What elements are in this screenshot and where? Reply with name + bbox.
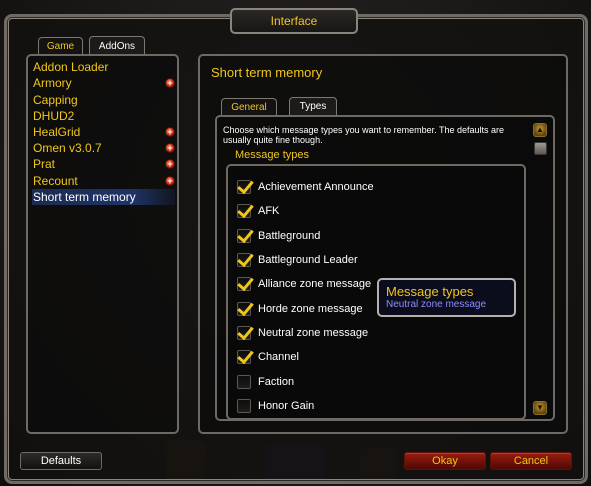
defaults-button-label: Defaults — [40, 455, 82, 467]
option-channel[interactable]: Channel — [237, 349, 299, 365]
option-label: Honor Gain — [258, 400, 315, 412]
tooltip-body: Neutral zone message — [386, 299, 487, 310]
addon-item-label: Armory — [33, 76, 72, 90]
addon-item-label: HealGrid — [33, 125, 81, 139]
option-achievement-announce[interactable]: Achievement Announce — [237, 179, 374, 195]
addon-item-addon-loader[interactable]: Addon Loader — [32, 59, 175, 75]
plus-icon[interactable]: + — [165, 176, 175, 186]
addon-item-label: Short term memory — [33, 190, 136, 204]
option-alliance-zone-message[interactable]: Alliance zone message — [237, 276, 371, 292]
cancel-button[interactable]: Cancel — [490, 452, 572, 470]
addon-item-short-term-memory[interactable]: Short term memory — [32, 189, 175, 205]
plus-icon[interactable]: + — [165, 127, 175, 137]
addon-item-capping[interactable]: Capping — [32, 92, 175, 108]
window-title: Interface — [230, 8, 358, 34]
addon-item-recount[interactable]: Recount + — [32, 173, 175, 189]
option-neutral-zone-message[interactable]: Neutral zone message — [237, 325, 368, 341]
option-battleground[interactable]: Battleground — [237, 228, 320, 244]
tab-general-label: General — [231, 101, 267, 113]
scroll-up-icon[interactable]: ▲ — [533, 123, 547, 137]
option-afk[interactable]: AFK — [237, 203, 279, 219]
plus-icon[interactable]: + — [165, 143, 175, 153]
addon-item-healgrid[interactable]: HealGrid + — [32, 124, 175, 140]
tab-game[interactable]: Game — [38, 37, 83, 55]
checkmark-icon[interactable] — [237, 253, 251, 267]
option-label: AFK — [258, 205, 280, 217]
option-horde-zone-message[interactable]: Horde zone message — [237, 301, 363, 317]
scroll-down-icon[interactable]: ▼ — [533, 401, 547, 415]
option-label: Battleground — [258, 230, 321, 242]
checkmark-icon[interactable] — [237, 326, 251, 340]
page-title: Short term memory — [211, 65, 323, 80]
addon-list: Addon Loader Armory + Capping DHUD2 Heal… — [26, 54, 179, 434]
addon-item-label: Addon Loader — [33, 60, 109, 74]
tooltip: Message types Neutral zone message — [377, 278, 516, 317]
tab-general[interactable]: General — [221, 98, 277, 115]
checkbox-empty-icon[interactable] — [237, 399, 251, 413]
option-label: Neutral zone message — [258, 327, 369, 339]
checkmark-icon[interactable] — [237, 302, 251, 316]
checkmark-icon[interactable] — [237, 350, 251, 364]
option-label: Channel — [258, 351, 299, 363]
okay-button[interactable]: Okay — [404, 452, 486, 470]
option-label: Horde zone message — [258, 303, 363, 315]
addon-item-label: Recount — [33, 174, 78, 188]
scroll-thumb[interactable] — [534, 142, 547, 155]
checkbox-empty-icon[interactable] — [237, 375, 251, 389]
cancel-button-label: Cancel — [513, 455, 549, 467]
option-label: Battleground Leader — [258, 254, 358, 266]
tab-types[interactable]: Types — [289, 97, 337, 115]
section-title: Message types — [235, 149, 309, 161]
checkmark-icon[interactable] — [237, 229, 251, 243]
addon-item-label: Prat — [33, 157, 56, 171]
checkmark-icon[interactable] — [237, 204, 251, 218]
plus-icon[interactable]: + — [165, 159, 175, 169]
description-text: Choose which message types you want to r… — [223, 125, 504, 145]
scrollbar[interactable]: ▲ ▼ — [531, 120, 549, 418]
addon-item-omen[interactable]: Omen v3.0.7 + — [32, 140, 175, 156]
addon-item-prat[interactable]: Prat + — [32, 156, 175, 172]
option-honor-gain[interactable]: Honor Gain — [237, 398, 314, 414]
checkmark-icon[interactable] — [237, 277, 251, 291]
window-title-text: Interface — [270, 14, 318, 28]
addon-item-dhud2[interactable]: DHUD2 — [32, 108, 175, 124]
option-faction[interactable]: Faction — [237, 374, 294, 390]
tab-addons[interactable]: AddOns — [89, 36, 145, 55]
plus-icon[interactable]: + — [165, 78, 175, 88]
checkmark-icon[interactable] — [237, 180, 251, 194]
addon-item-label: DHUD2 — [33, 109, 75, 123]
defaults-button[interactable]: Defaults — [20, 452, 102, 470]
tooltip-title: Message types — [386, 284, 474, 299]
tab-game-label: Game — [46, 41, 75, 52]
option-label: Faction — [258, 376, 295, 388]
option-label: Achievement Announce — [258, 181, 374, 193]
okay-button-label: Okay — [432, 455, 458, 467]
addon-item-label: Capping — [33, 93, 78, 107]
tab-types-label: Types — [299, 101, 327, 112]
option-battleground-leader[interactable]: Battleground Leader — [237, 252, 358, 268]
addon-item-armory[interactable]: Armory + — [32, 75, 175, 91]
option-label: Alliance zone message — [258, 278, 372, 290]
tab-addons-label: AddOns — [98, 40, 136, 52]
addon-item-label: Omen v3.0.7 — [33, 141, 102, 155]
